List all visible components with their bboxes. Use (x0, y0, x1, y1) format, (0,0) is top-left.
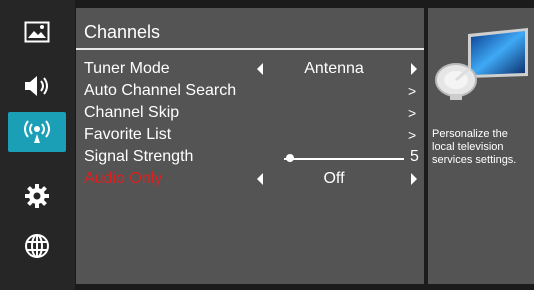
sidebar-item-settings[interactable] (8, 176, 66, 216)
arrow-right-icon[interactable] (408, 168, 420, 190)
arrow-left-icon[interactable] (254, 58, 266, 80)
tv-menu-frame: Channels Tuner Mode Antenna Auto Channel… (0, 0, 534, 290)
chevron-right-icon: > (408, 127, 417, 143)
picture-icon (24, 21, 50, 43)
sidebar-item-audio[interactable] (8, 66, 66, 106)
sidebar-item-network[interactable] (8, 226, 66, 266)
menu-row-audio-only[interactable]: Audio Only Off (84, 168, 420, 190)
menu-row-label: Signal Strength (84, 148, 194, 165)
chevron-right-icon: > (408, 83, 417, 99)
channels-menu-panel: Channels Tuner Mode Antenna Auto Channel… (76, 8, 424, 284)
arrow-right-icon[interactable] (408, 58, 420, 80)
menu-row-signal-strength[interactable]: Signal Strength 5 (84, 146, 420, 168)
info-panel: Personalize the local television service… (428, 8, 534, 284)
menu-title: Channels (84, 22, 161, 42)
speaker-icon (25, 76, 48, 96)
arrow-left-icon[interactable] (254, 168, 266, 190)
menu-row-label: Auto Channel Search (84, 82, 237, 99)
gear-icon (25, 184, 49, 208)
menu-row-label: Audio Only (84, 170, 163, 187)
broadcast-icon (24, 120, 50, 143)
signal-strength-value: 5 (410, 148, 419, 165)
tuner-mode-value: Antenna (304, 60, 364, 77)
category-sidebar (0, 0, 75, 290)
sidebar-item-channels[interactable] (8, 112, 66, 152)
menu-row-favorite-list[interactable]: Favorite List > (84, 124, 420, 146)
menu-row-label: Channel Skip (84, 104, 180, 121)
tv-with-satellite-dish-icon (435, 28, 528, 100)
sidebar-item-picture[interactable] (8, 12, 66, 52)
menu-row-label: Tuner Mode (84, 60, 170, 77)
menu-row-label: Favorite List (84, 126, 172, 143)
info-description: Personalize the local television service… (432, 128, 517, 166)
globe-icon (25, 234, 49, 258)
title-divider (76, 48, 424, 50)
menu-row-channel-skip[interactable]: Channel Skip > (84, 102, 420, 124)
signal-strength-track (284, 158, 404, 160)
chevron-right-icon: > (408, 105, 417, 121)
menu-row-tuner-mode[interactable]: Tuner Mode Antenna (84, 58, 420, 80)
audio-only-value: Off (323, 170, 345, 187)
menu-row-auto-channel-search[interactable]: Auto Channel Search > (84, 80, 420, 102)
signal-strength-thumb (286, 154, 294, 162)
